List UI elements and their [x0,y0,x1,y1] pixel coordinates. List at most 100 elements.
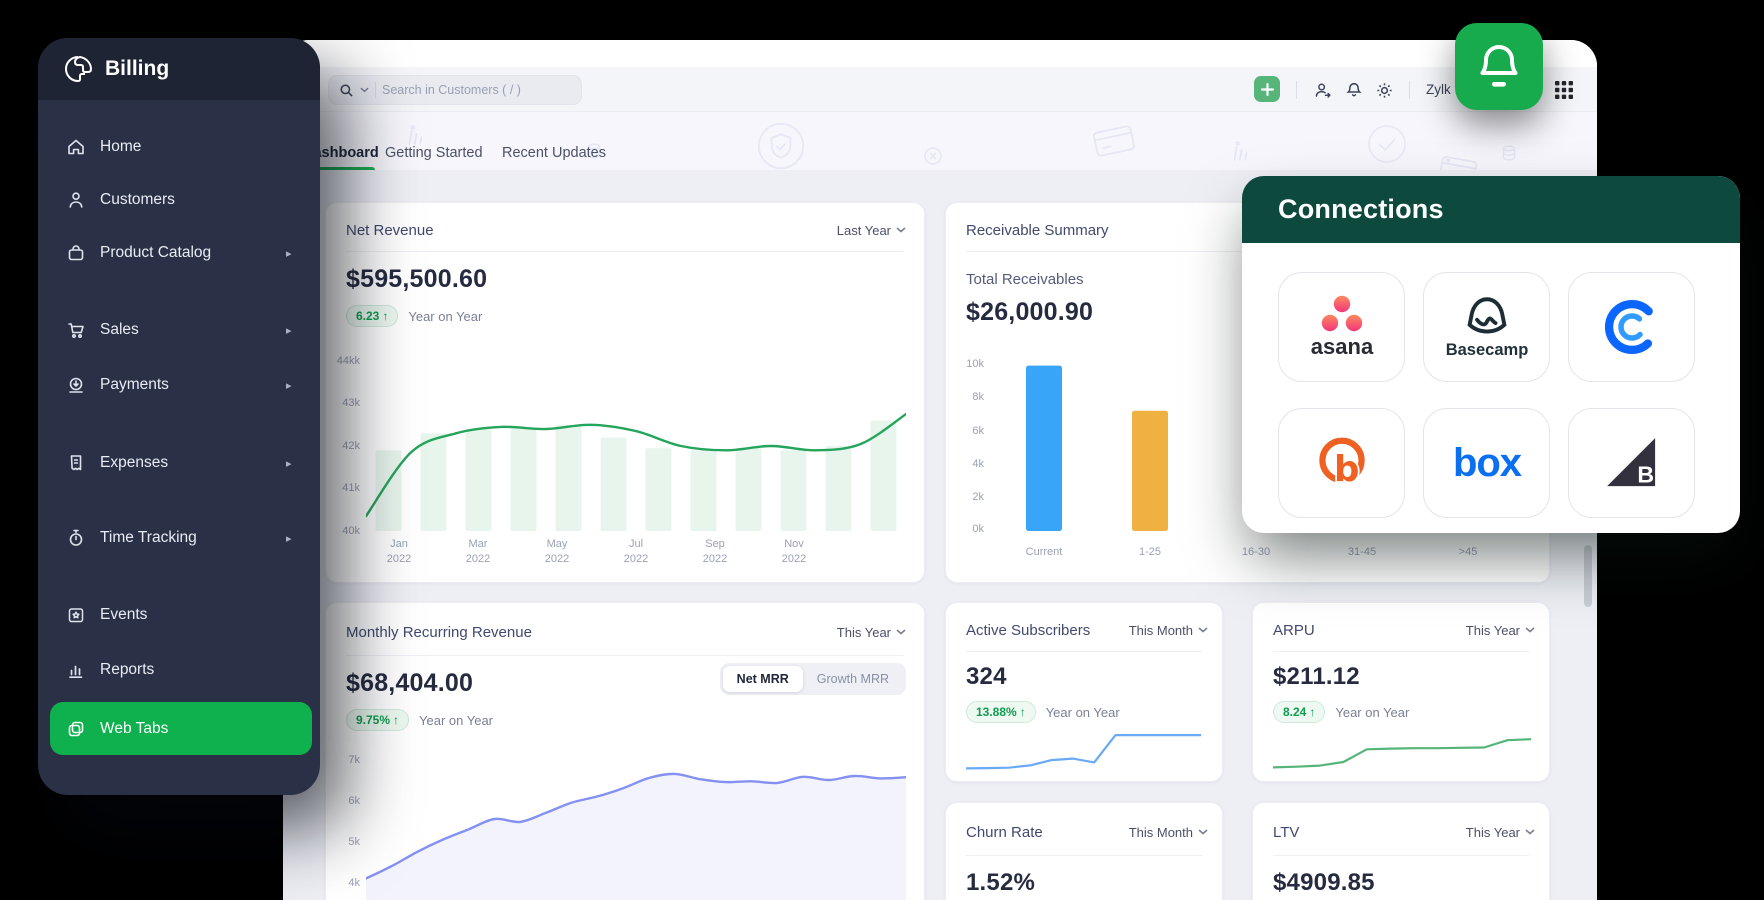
connection-tile-box[interactable]: box [1423,408,1550,518]
net-revenue-chart [366,361,906,531]
sidebar-item-product-catalog[interactable]: Product Catalog ▸ [52,235,306,271]
net-revenue-card: Net Revenue Last Year $595,500.60 6.23 ↑… [325,202,925,583]
divider [346,251,904,252]
quick-create-button[interactable] [1254,76,1280,102]
doodle-coins-icon [1498,142,1520,164]
customers-icon [66,190,86,210]
badge-value: 8.24 [1283,705,1306,719]
billing-logo-icon [64,54,94,84]
ltv-title: LTV [1273,824,1299,841]
toggle-growth-mrr[interactable]: Growth MRR [803,666,903,692]
payments-icon [66,375,86,395]
asana-wordmark: asana [1302,334,1382,360]
badge-value: 9.75% [356,713,390,727]
connection-tile-bitly[interactable]: b [1278,408,1405,518]
sidebar-item-customers[interactable]: Customers [52,182,306,218]
notification-fab-button[interactable] [1455,23,1543,110]
toggle-net-mrr[interactable]: Net MRR [723,666,803,692]
chevron-down-icon [1198,627,1208,633]
arpu-period-dropdown[interactable]: This Year [1466,623,1535,638]
account-name[interactable]: Zylk [1426,82,1451,97]
mrr-value: $68,404.00 [346,669,473,698]
y-tick: 8k [950,391,984,403]
active-subscribers-value: 324 [966,663,1007,691]
tab-recent-updates[interactable]: Recent Updates [502,145,606,161]
chevron-down-icon [1525,829,1535,835]
svg-text:box: box [1452,441,1521,485]
bitly-logo-icon: b [1310,431,1374,495]
arpu-sparkline [1273,733,1531,771]
ltv-value: $4909.85 [1273,869,1375,897]
sidebar-item-payments[interactable]: Payments ▸ [52,367,306,403]
sidebar-item-web-tabs[interactable]: Web Tabs [50,702,312,755]
referral-users-button[interactable] [1309,77,1335,103]
divider [1273,855,1529,856]
total-receivables-label: Total Receivables [966,271,1084,288]
search-scope-chevron-icon[interactable] [360,87,369,93]
mrr-period-dropdown[interactable]: This Year [837,625,906,640]
sidebar-item-expenses[interactable]: Expenses ▸ [52,445,306,481]
sidebar-item-reports[interactable]: Reports [52,652,306,688]
box-logo-icon: box [1437,438,1537,488]
y-tick: 41k [326,482,360,494]
net-revenue-title: Net Revenue [346,222,434,239]
subscribers-sparkline [966,729,1201,773]
y-tick: 0k [950,523,984,535]
net-revenue-growth-badge: 6.23 ↑ [346,305,398,327]
bell-large-icon [1475,41,1523,93]
y-tick: 7k [326,754,360,766]
net-revenue-period-dropdown[interactable]: Last Year [837,223,906,238]
x-tick: Nov2022 [782,537,806,567]
connection-tile-asana[interactable]: asana [1278,272,1405,382]
doodle-card-icon [1090,120,1138,162]
doodle-window-icon [1436,153,1481,170]
churn-rate-period-dropdown[interactable]: This Month [1129,825,1208,840]
sidebar-item-label: Home [100,138,141,156]
sidebar-item-time-tracking[interactable]: Time Tracking ▸ [52,520,306,556]
up-arrow-icon: ↑ [382,309,388,323]
x-tick: 31-45 [1348,545,1376,560]
app-logo-label: Billing [105,57,169,81]
notifications-button[interactable] [1341,77,1367,103]
search-input-wrap[interactable] [328,75,582,105]
submenu-arrow-icon: ▸ [286,457,292,470]
period-value: This Year [1466,623,1520,638]
time-tracking-icon [66,528,86,548]
sidebar-item-label: Customers [100,191,175,209]
mrr-area-chart [366,753,906,900]
badge-value: 13.88% [976,705,1017,719]
y-tick: 40k [326,525,360,537]
tab-getting-started[interactable]: Getting Started [385,145,483,161]
arpu-title: ARPU [1273,622,1315,639]
up-arrow-icon: ↑ [1309,705,1315,719]
active-subscribers-period-dropdown[interactable]: This Month [1129,623,1208,638]
connection-tile-basecamp[interactable]: Basecamp [1423,272,1550,382]
search-input[interactable] [382,83,552,97]
sidebar-item-events[interactable]: Events [52,597,306,633]
submenu-arrow-icon: ▸ [286,532,292,545]
x-tick: 16-30 [1242,545,1270,560]
svg-text:Basecamp: Basecamp [1445,341,1528,359]
submenu-arrow-icon: ▸ [286,324,292,337]
settings-button[interactable] [1371,77,1397,103]
scrollbar-thumb[interactable] [1584,545,1592,607]
period-value: This Month [1129,623,1193,638]
ltv-period-dropdown[interactable]: This Year [1466,825,1535,840]
sidebar-item-home[interactable]: Home [52,129,306,165]
sidebar-item-sales[interactable]: Sales ▸ [52,312,306,348]
period-value: This Year [1466,825,1520,840]
connection-tile-bigcommerce[interactable]: B [1568,408,1695,518]
x-tick: Jul2022 [624,537,648,567]
sidebar-item-label: Sales [100,321,139,339]
divider [346,655,904,656]
sales-cart-icon [66,320,86,340]
connection-tile-calendly[interactable] [1568,272,1695,382]
year-on-year-label: Year on Year [408,309,482,324]
expenses-icon [66,453,86,473]
y-tick: 43k [326,397,360,409]
sidebar-item-label: Reports [100,661,154,679]
y-tick: 2k [950,491,984,503]
sidebar-item-label: Events [100,606,147,624]
churn-rate-title: Churn Rate [966,824,1043,841]
apps-grid-button[interactable] [1554,80,1574,105]
